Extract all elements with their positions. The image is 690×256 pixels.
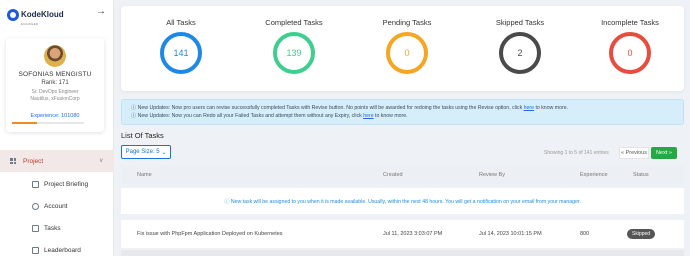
stat-value: 141 [173, 48, 189, 58]
task-stats-card: All Tasks 141 Completed Tasks 139 Pendin… [121, 6, 684, 91]
profile-org: Nautilus, xFusionCorp [30, 96, 80, 102]
column-header-review-by[interactable]: Review By [479, 172, 505, 178]
sidebar-item-label: Tasks [44, 224, 61, 232]
stat-value: 139 [286, 48, 302, 58]
column-header-status[interactable]: Status [633, 172, 649, 178]
stat-completed-tasks[interactable]: Completed Tasks 139 [249, 18, 339, 74]
user-icon [32, 202, 39, 210]
logo-mark-icon [7, 9, 19, 21]
column-header-experience[interactable]: Experience [580, 172, 608, 178]
new-task-info-row: ⓘ New task will be assigned to you when … [121, 188, 684, 214]
stat-ring: 141 [160, 32, 202, 74]
grid-icon [10, 158, 16, 164]
brand-name: KodeKloud [21, 10, 64, 19]
sidebar-item-label: Account [44, 202, 68, 210]
sidebar-item-label: Leaderboard [44, 246, 81, 254]
stat-ring: 139 [273, 32, 315, 74]
stat-label: Skipped Tasks [495, 18, 545, 27]
list-title: List Of Tasks [121, 131, 164, 140]
stat-ring: 0 [609, 32, 651, 74]
arrow-right-icon[interactable]: → [96, 7, 106, 17]
stat-label: Completed Tasks [265, 18, 323, 27]
updates-notice: ⓘ New Updates: Now pro users can revise … [121, 99, 684, 125]
stat-label: Incomplete Tasks [601, 18, 659, 27]
next-button[interactable]: Next » [651, 147, 677, 159]
sidebar-item-tasks[interactable]: Tasks [0, 218, 114, 238]
column-header-created[interactable]: Created [383, 172, 403, 178]
main-content: All Tasks 141 Completed Tasks 139 Pendin… [114, 0, 690, 256]
profile-card: SOFONIAS MENGISTU Rank: 171 Sr. DevOps E… [6, 38, 104, 132]
stat-pending-tasks[interactable]: Pending Tasks 0 [362, 18, 452, 74]
profile-name: SOFONIAS MENGISTU [18, 71, 92, 78]
chevron-down-icon: ∨ [99, 158, 104, 164]
next-row-partial [121, 250, 684, 256]
notice-line-redo: ⓘ New Updates: Now you can Redo all your… [131, 112, 674, 120]
new-task-info: ⓘ New task will be assigned to you when … [224, 199, 581, 205]
stat-all-tasks[interactable]: All Tasks 141 [136, 18, 226, 74]
stat-label: Pending Tasks [382, 18, 432, 27]
task-name[interactable]: Fix issue with PhpFpm Application Deploy… [137, 231, 283, 237]
profile-rank: Rank: 171 [41, 80, 69, 86]
stat-label: All Tasks [166, 18, 196, 27]
profile-experience: Experience: 101080 [30, 113, 80, 119]
notice-text: ⓘ New Updates: Now you can Redo all your… [131, 113, 364, 119]
chevron-down-icon: ⌄ [161, 149, 167, 156]
page-size-select[interactable]: Page Size: 5 ⌄ [121, 145, 171, 159]
document-icon [32, 180, 39, 188]
kodekloud-logo[interactable]: KodeKloud ENGINEER [7, 6, 67, 26]
profile-role: Sr. DevOps Engineer [31, 89, 79, 95]
table-header: Name Created Review By Experience Status [121, 166, 684, 184]
sidebar-item-leaderboard[interactable]: Leaderboard [0, 240, 114, 256]
notice-redo-link[interactable]: here [363, 113, 373, 119]
sidebar-item-label: Project Briefing [44, 180, 89, 188]
stat-value: 2 [517, 48, 523, 58]
task-review-by: Jul 14, 2023 10:01:15 PM [479, 231, 542, 237]
stat-ring: 0 [386, 32, 428, 74]
notice-line-revise: ⓘ New Updates: Now pro users can revise … [131, 104, 674, 112]
avatar [44, 45, 66, 67]
leaderboard-icon [32, 246, 39, 254]
sidebar-item-label: Project [23, 157, 44, 165]
notice-text: to know more. [534, 105, 569, 111]
table-row[interactable]: Fix issue with PhpFpm Application Deploy… [121, 220, 684, 248]
sidebar: KodeKloud ENGINEER → SOFONIAS MENGISTU R… [0, 0, 114, 256]
tasks-icon [32, 224, 39, 232]
stat-ring: 2 [499, 32, 541, 74]
stat-incomplete-tasks[interactable]: Incomplete Tasks 0 [585, 18, 675, 74]
experience-progress-fill [12, 122, 38, 124]
stat-skipped-tasks[interactable]: Skipped Tasks 2 [475, 18, 565, 74]
task-experience: 800 [580, 231, 590, 237]
page-size-label: Page Size: 5 [125, 149, 160, 155]
notice-revise-link[interactable]: here [524, 105, 534, 111]
notice-text: ⓘ New Updates: Now pro users can revise … [131, 105, 524, 111]
previous-button[interactable]: « Previous [619, 147, 649, 159]
sidebar-item-project[interactable]: Project ∨ [0, 150, 114, 172]
entries-info: Showing 1 to 5 of 141 entries [544, 150, 609, 156]
column-header-name[interactable]: Name [137, 172, 152, 178]
stat-value: 0 [627, 48, 633, 58]
experience-progress-bar [12, 122, 84, 124]
notice-text: to know more. [373, 113, 408, 119]
task-created: Jul 11, 2023 3:03:07 PM [383, 231, 443, 237]
brand-tagline: ENGINEER [21, 22, 39, 26]
sidebar-item-project-briefing[interactable]: Project Briefing [0, 174, 114, 194]
status-badge: Skipped [627, 229, 656, 239]
stat-value: 0 [404, 48, 410, 58]
sidebar-item-account[interactable]: Account [0, 196, 114, 216]
